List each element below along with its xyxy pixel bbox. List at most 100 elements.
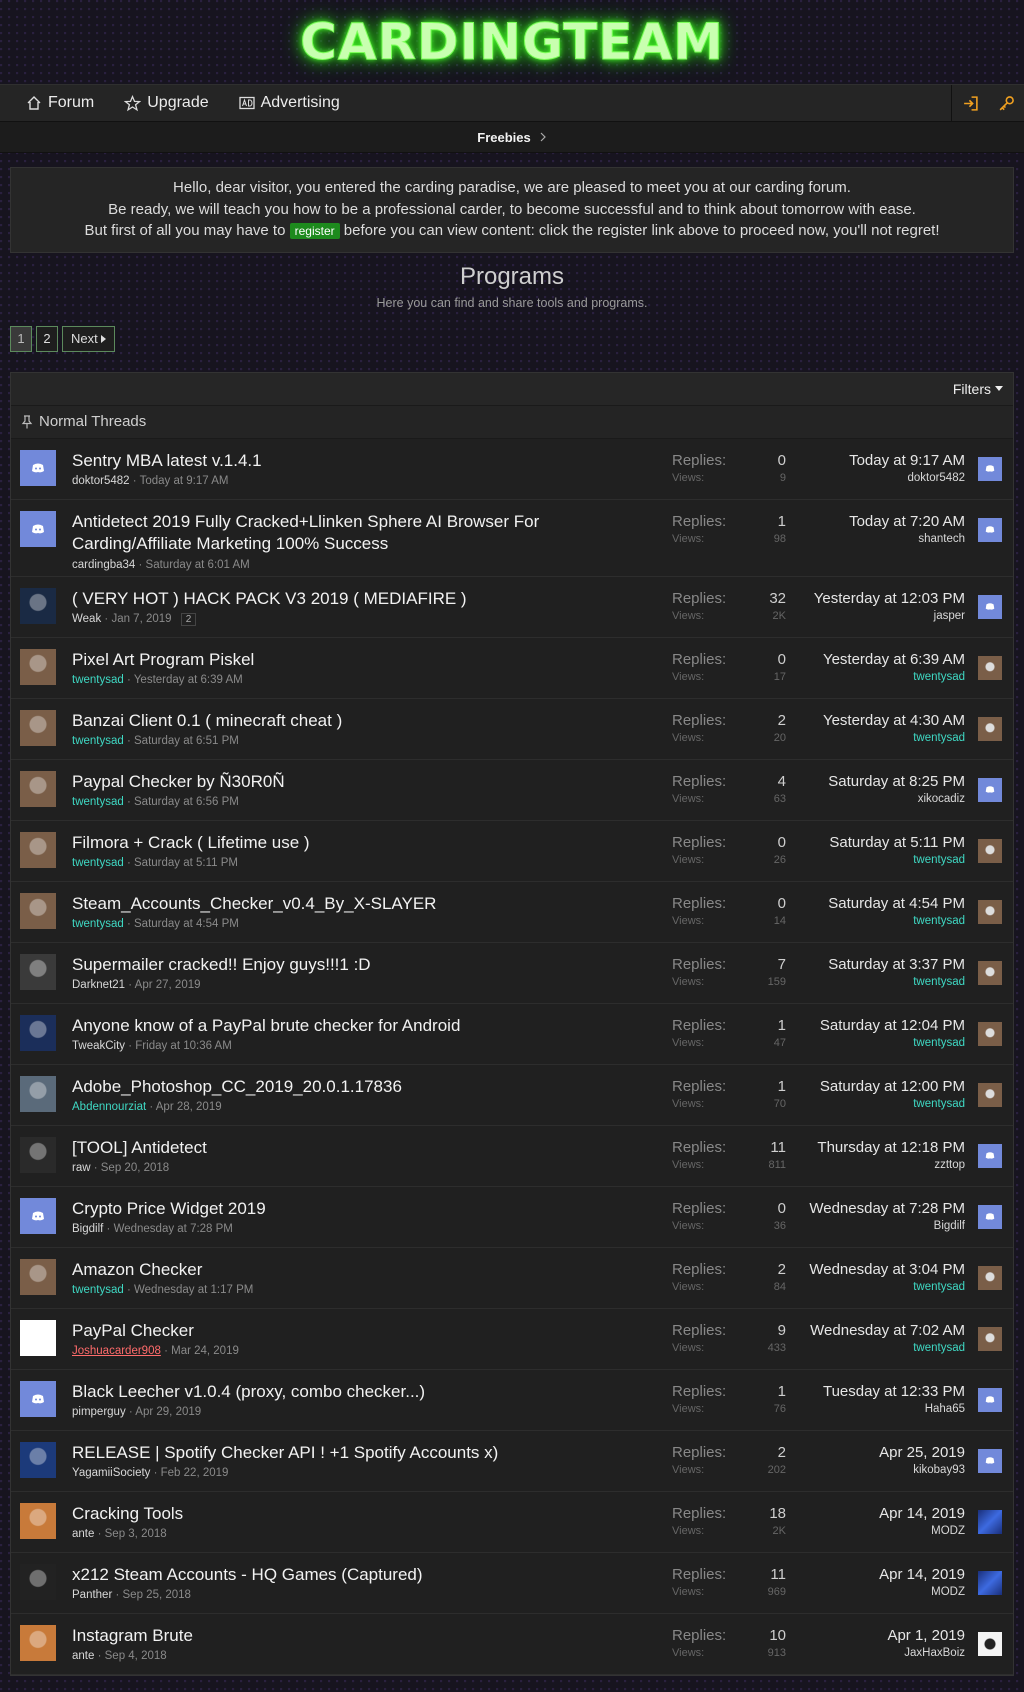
last-poster-avatar[interactable] — [978, 1082, 1002, 1107]
author-avatar[interactable] — [20, 1319, 56, 1356]
last-post-user[interactable]: shantech — [849, 533, 965, 545]
last-poster-avatar[interactable] — [978, 594, 1002, 619]
last-poster-avatar[interactable] — [978, 1387, 1002, 1412]
last-poster-avatar[interactable] — [978, 716, 1002, 741]
author-avatar[interactable] — [20, 1014, 56, 1051]
author-avatar[interactable] — [20, 709, 56, 746]
last-poster-avatar[interactable] — [978, 1143, 1002, 1168]
register-link[interactable]: register — [289, 223, 340, 239]
last-post-date[interactable]: Yesterday at 4:30 AM — [823, 712, 965, 729]
last-poster-avatar[interactable] — [978, 1448, 1002, 1473]
login-button[interactable] — [952, 85, 988, 121]
author-avatar[interactable] — [20, 1563, 56, 1600]
last-post-date[interactable]: Saturday at 5:11 PM — [829, 834, 965, 851]
last-post-user[interactable]: twentysad — [809, 1281, 965, 1293]
thread-title[interactable]: Sentry MBA latest v.1.4.1 — [72, 450, 662, 473]
thread-row[interactable]: Steam_Accounts_Checker_v0.4_By_X-SLAYER … — [11, 882, 1013, 943]
thread-title[interactable]: Adobe_Photoshop_CC_2019_20.0.1.17836 — [72, 1076, 662, 1099]
last-post-user[interactable]: twentysad — [810, 1342, 965, 1354]
thread-author[interactable]: ante — [72, 1528, 94, 1540]
thread-start-date[interactable]: Today at 9:17 AM — [140, 475, 229, 487]
author-avatar[interactable] — [20, 587, 56, 624]
last-poster-avatar[interactable] — [978, 899, 1002, 924]
thread-title[interactable]: x212 Steam Accounts - HQ Games (Captured… — [72, 1564, 662, 1587]
last-post-user[interactable]: twentysad — [820, 1098, 965, 1110]
thread-row[interactable]: [TOOL] Antidetect raw · Sep 20, 2018 Rep… — [11, 1126, 1013, 1187]
thread-title[interactable]: Amazon Checker — [72, 1259, 662, 1282]
last-post-user[interactable]: twentysad — [829, 854, 965, 866]
next-page-button[interactable]: Next — [62, 325, 115, 352]
author-avatar[interactable] — [20, 892, 56, 929]
thread-start-date[interactable]: Mar 24, 2019 — [171, 1345, 239, 1357]
thread-title[interactable]: Instagram Brute — [72, 1625, 662, 1648]
thread-title[interactable]: Anyone know of a PayPal brute checker fo… — [72, 1015, 662, 1038]
last-post-user[interactable]: doktor5482 — [849, 472, 965, 484]
last-post-user[interactable]: zzttop — [817, 1159, 965, 1171]
thread-start-date[interactable]: Jan 7, 2019 — [111, 613, 171, 625]
last-post-date[interactable]: Today at 9:17 AM — [849, 452, 965, 469]
author-avatar[interactable] — [20, 1502, 56, 1539]
author-avatar[interactable] — [20, 831, 56, 868]
author-avatar[interactable] — [20, 1624, 56, 1661]
thread-row[interactable]: Banzai Client 0.1 ( minecraft cheat ) tw… — [11, 699, 1013, 760]
author-avatar[interactable] — [20, 449, 56, 486]
thread-row[interactable]: Filmora + Crack ( Lifetime use ) twentys… — [11, 821, 1013, 882]
last-post-date[interactable]: Apr 25, 2019 — [879, 1444, 965, 1461]
thread-author[interactable]: Abdennourziat — [72, 1101, 146, 1113]
thread-row[interactable]: x212 Steam Accounts - HQ Games (Captured… — [11, 1553, 1013, 1614]
last-poster-avatar[interactable] — [978, 1326, 1002, 1351]
thread-row[interactable]: Crypto Price Widget 2019 Bigdilf · Wedne… — [11, 1187, 1013, 1248]
thread-row[interactable]: Amazon Checker twentysad · Wednesday at … — [11, 1248, 1013, 1309]
thread-row[interactable]: Pixel Art Program Piskel twentysad · Yes… — [11, 638, 1013, 699]
nav-advertising[interactable]: Advertising — [224, 85, 355, 121]
last-post-user[interactable]: Bigdilf — [809, 1220, 965, 1232]
last-post-user[interactable]: MODZ — [879, 1525, 965, 1537]
thread-title[interactable]: RELEASE | Spotify Checker API ! +1 Spoti… — [72, 1442, 662, 1465]
last-post-date[interactable]: Yesterday at 12:03 PM — [814, 590, 965, 607]
thread-title[interactable]: Pixel Art Program Piskel — [72, 649, 662, 672]
thread-author[interactable]: Weak — [72, 613, 101, 625]
thread-author[interactable]: Bigdilf — [72, 1223, 103, 1235]
thread-start-date[interactable]: Saturday at 5:11 PM — [134, 857, 238, 869]
last-post-date[interactable]: Wednesday at 3:04 PM — [809, 1261, 965, 1278]
last-post-user[interactable]: MODZ — [879, 1586, 965, 1598]
thread-row[interactable]: Supermailer cracked!! Enjoy guys!!!1 :D … — [11, 943, 1013, 1004]
last-post-date[interactable]: Saturday at 12:00 PM — [820, 1078, 965, 1095]
last-poster-avatar[interactable] — [978, 655, 1002, 680]
site-logo[interactable]: CARDINGTEAM — [300, 13, 724, 72]
thread-title[interactable]: Paypal Checker by Ñ30R0Ñ — [72, 771, 662, 794]
thread-start-date[interactable]: Apr 27, 2019 — [135, 979, 201, 991]
thread-row[interactable]: Sentry MBA latest v.1.4.1 doktor5482 · T… — [11, 439, 1013, 500]
thread-start-date[interactable]: Friday at 10:36 AM — [135, 1040, 232, 1052]
thread-row[interactable]: Adobe_Photoshop_CC_2019_20.0.1.17836 Abd… — [11, 1065, 1013, 1126]
last-poster-avatar[interactable] — [978, 1631, 1002, 1656]
last-post-date[interactable]: Yesterday at 6:39 AM — [823, 651, 965, 668]
last-post-user[interactable]: twentysad — [823, 671, 965, 683]
last-post-date[interactable]: Wednesday at 7:02 AM — [810, 1322, 965, 1339]
last-post-user[interactable]: twentysad — [823, 732, 965, 744]
last-post-date[interactable]: Apr 14, 2019 — [879, 1566, 965, 1583]
thread-start-date[interactable]: Wednesday at 7:28 PM — [114, 1223, 233, 1235]
thread-page-link[interactable]: 2 — [180, 613, 197, 626]
author-avatar[interactable] — [20, 953, 56, 990]
thread-title[interactable]: Supermailer cracked!! Enjoy guys!!!1 :D — [72, 954, 662, 977]
thread-start-date[interactable]: Saturday at 4:54 PM — [134, 918, 239, 930]
author-avatar[interactable] — [20, 1197, 56, 1234]
thread-author[interactable]: raw — [72, 1162, 91, 1174]
last-poster-avatar[interactable] — [978, 838, 1002, 863]
last-post-date[interactable]: Saturday at 8:25 PM — [828, 773, 965, 790]
last-post-date[interactable]: Apr 14, 2019 — [879, 1505, 965, 1522]
last-post-user[interactable]: Haha65 — [823, 1403, 965, 1415]
last-poster-avatar[interactable] — [978, 1509, 1002, 1534]
last-poster-avatar[interactable] — [978, 960, 1002, 985]
thread-start-date[interactable]: Sep 3, 2018 — [105, 1528, 167, 1540]
thread-start-date[interactable]: Apr 28, 2019 — [156, 1101, 222, 1113]
thread-start-date[interactable]: Sep 20, 2018 — [101, 1162, 169, 1174]
thread-author[interactable]: twentysad — [72, 674, 124, 686]
last-poster-avatar[interactable] — [978, 777, 1002, 802]
author-avatar[interactable] — [20, 1258, 56, 1295]
last-post-date[interactable]: Thursday at 12:18 PM — [817, 1139, 965, 1156]
thread-title[interactable]: Crypto Price Widget 2019 — [72, 1198, 662, 1221]
thread-author[interactable]: YagamiiSociety — [72, 1467, 150, 1479]
filters-button[interactable]: Filters — [953, 381, 1003, 397]
